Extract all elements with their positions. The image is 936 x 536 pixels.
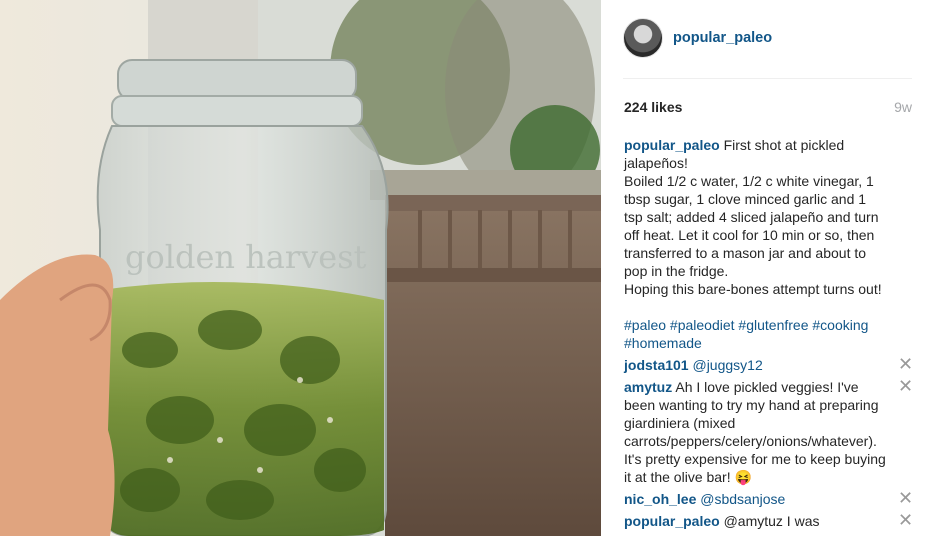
caption-text: First shot at pickled jalapeños! Boiled … bbox=[624, 137, 882, 297]
post-header: popular_paleo bbox=[623, 18, 772, 58]
caption-hashtags[interactable]: #paleo #paleodiet #glutenfree #cooking #… bbox=[624, 316, 888, 352]
delete-comment-icon[interactable]: ✕ bbox=[898, 355, 913, 373]
comment-username-link[interactable]: popular_paleo bbox=[624, 513, 720, 529]
comment-text[interactable]: @juggsy12 bbox=[692, 357, 762, 373]
post-details-panel: popular_paleo 224 likes 9w popular_paleo… bbox=[601, 0, 936, 536]
likes-count[interactable]: 224 likes bbox=[624, 99, 682, 115]
comment-text: @amytuz I was bbox=[723, 513, 820, 529]
jar-embossing: golden harvest bbox=[125, 238, 367, 276]
comment-text[interactable]: @sbdsanjose bbox=[700, 491, 785, 507]
comment-item: amytuz Ah I love pickled veggies! I've b… bbox=[624, 377, 914, 486]
comment-item: jodsta101 @juggsy12 ✕ bbox=[624, 355, 914, 374]
caption-username-link[interactable]: popular_paleo bbox=[624, 137, 720, 153]
post-stats: 224 likes 9w bbox=[624, 99, 912, 115]
delete-comment-icon[interactable]: ✕ bbox=[898, 377, 913, 395]
comment-username-link[interactable]: amytuz bbox=[624, 379, 672, 395]
delete-comment-icon[interactable]: ✕ bbox=[898, 489, 913, 507]
avatar[interactable] bbox=[623, 18, 663, 58]
comment-username-link[interactable]: nic_oh_lee bbox=[624, 491, 696, 507]
delete-comment-icon[interactable]: ✕ bbox=[898, 511, 913, 529]
pickled-jalapeno-jar-image: golden harvest bbox=[0, 0, 601, 536]
comments-list: popular_paleo First shot at pickled jala… bbox=[624, 136, 914, 530]
author-username-link[interactable]: popular_paleo bbox=[673, 30, 772, 46]
post-photo[interactable]: golden harvest bbox=[0, 0, 601, 536]
comment-username-link[interactable]: jodsta101 bbox=[624, 357, 689, 373]
comment-item: nic_oh_lee @sbdsanjose ✕ bbox=[624, 489, 914, 508]
header-divider bbox=[623, 78, 912, 79]
post-age[interactable]: 9w bbox=[894, 99, 912, 115]
comment-item: popular_paleo @amytuz I was ✕ bbox=[624, 511, 914, 530]
caption: popular_paleo First shot at pickled jala… bbox=[624, 136, 914, 352]
